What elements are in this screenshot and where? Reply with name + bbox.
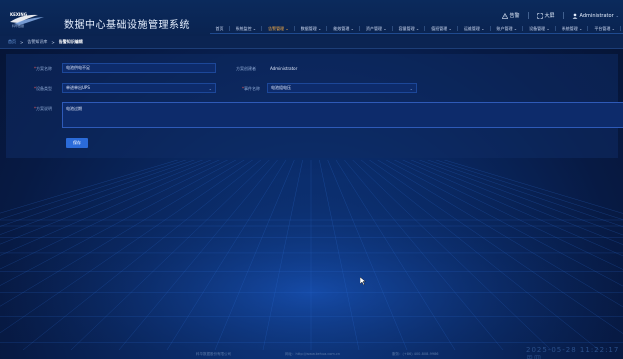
nav-item[interactable]: 运维管理 ⌄ (458, 26, 491, 32)
top-header: KEXING 科华数据 数据中心基础设施管理系统 告警 大屏 Administr… (0, 0, 623, 36)
nav-item[interactable]: 系统管理 ⌄ (556, 26, 589, 32)
creator-value: Administrator (270, 66, 298, 71)
fullscreen-button[interactable]: 大屏 (536, 12, 555, 19)
footer-company: 科华数据股份有限公司 (196, 352, 231, 356)
nav-underline (210, 33, 623, 34)
nav-item[interactable]: 能效管理 ⌄ (327, 26, 360, 32)
breadcrumb-knowledge-base[interactable]: 告警知识库 (27, 39, 47, 45)
main-nav: 首页 系统监控 ⌄ 告警管理 ⌄ 数据管理 ⌄ 能效管理 ⌄ 资产管理 ⌄ 容量管理 ⌄ 值班… (210, 26, 622, 32)
mouse-cursor (359, 276, 367, 287)
save-button[interactable]: 保存 (66, 138, 88, 148)
brand-sub: 科华数据 (12, 24, 25, 28)
alarm-label: 告警 (509, 13, 520, 19)
footer-phone: 服务：(+86) 400-808-9986 (392, 352, 439, 356)
breadcrumb-separator: > (51, 39, 55, 45)
nav-item[interactable]: 数据管理 ⌄ (295, 26, 328, 32)
breadcrumb-home[interactable]: 首页 (8, 39, 16, 45)
event-name-label: *事件名称 (242, 86, 260, 91)
plan-name-value: 电池供电不足 (66, 65, 90, 70)
cursor-icon (359, 276, 367, 286)
plan-name-field[interactable]: 电池供电不足 (62, 63, 216, 73)
device-type-value: 单进单出UPS (66, 85, 90, 90)
nav-item[interactable]: 容量管理 ⌄ (393, 26, 426, 32)
footer-clock: 2025-05-28 11:22:17 周四 (526, 345, 620, 359)
chevron-down-icon: ⌄ (615, 13, 619, 18)
event-name-select[interactable]: 电池组电压 ⌄ (267, 83, 417, 93)
breadcrumb-current: 告警知识编辑 (58, 39, 83, 44)
chevron-down-icon: ⌄ (409, 85, 413, 91)
edit-form: *方案名称 电池供电不足 方案创建者 Administrator *设备类型 单… (6, 54, 623, 158)
footer: 科华数据股份有限公司 网址：http://www.kehua.com.cn 服务… (0, 346, 623, 359)
device-type-label: *设备类型 (34, 86, 52, 91)
warning-icon (501, 12, 508, 19)
fullscreen-icon (536, 12, 543, 19)
nav-item[interactable]: 账户管理 ⌄ (491, 26, 524, 32)
divider (562, 12, 564, 19)
creator-label: 方案创建者 (236, 66, 256, 71)
nav-item[interactable]: 设备管理 ⌄ (523, 26, 556, 32)
divider (527, 12, 529, 19)
background-grid (0, 160, 623, 350)
plan-name-label: *方案名称 (34, 66, 52, 71)
nav-item[interactable]: 值班管理 ⌄ (425, 26, 458, 32)
plan-desc-value: 电池过期 (66, 106, 82, 111)
breadcrumb: 首页 > 告警知识库 > 告警知识编辑 (0, 36, 623, 49)
nav-item[interactable]: 资产管理 ⌄ (360, 26, 393, 32)
brand-name: KEXING (10, 12, 28, 17)
plan-desc-label: *方案说明 (34, 106, 52, 111)
fullscreen-label: 大屏 (544, 13, 555, 19)
nav-item[interactable]: 告警管理 ⌄ (262, 26, 295, 32)
grid-decoration (0, 160, 623, 350)
nav-item[interactable]: 系统监控 ⌄ (230, 26, 263, 32)
user-area: 告警 大屏 Administrator ⌄ (501, 12, 619, 19)
footer-website[interactable]: 网址：http://www.kehua.com.cn (285, 352, 340, 357)
app-title: 数据中心基础设施管理系统 (64, 20, 190, 31)
chevron-down-icon: ⌄ (208, 85, 212, 91)
nav-item[interactable]: 首页 (210, 26, 230, 32)
breadcrumb-separator: > (20, 39, 24, 45)
plan-desc-textarea[interactable]: 电池过期 (62, 102, 623, 128)
nav-item[interactable]: 平台管理 ⌄ (588, 26, 621, 32)
device-type-select[interactable]: 单进单出UPS ⌄ (62, 83, 216, 93)
user-icon (572, 13, 577, 19)
alarm-button[interactable]: 告警 (501, 12, 520, 19)
event-name-value: 电池组电压 (271, 85, 291, 90)
user-menu[interactable]: Administrator ⌄ (572, 13, 619, 19)
user-name: Administrator (579, 12, 614, 19)
